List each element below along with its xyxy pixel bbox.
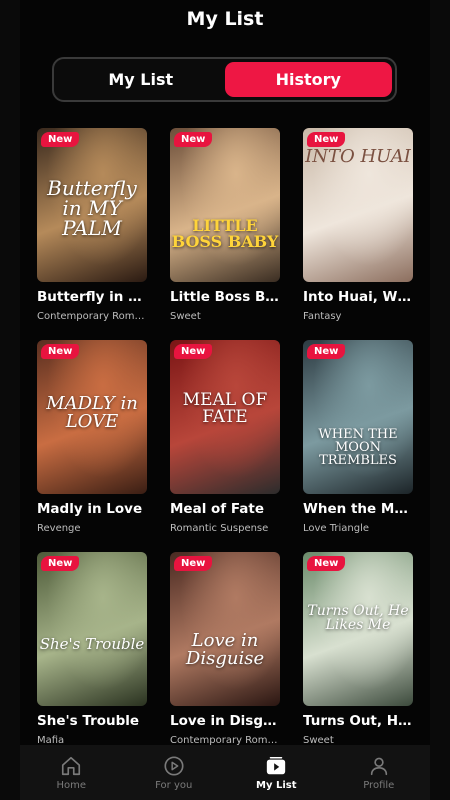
drama-card[interactable]: Love in Disguise New Love in Disguise Co… bbox=[170, 552, 280, 746]
home-icon bbox=[62, 756, 81, 775]
drama-card[interactable]: MADLY in LOVE New Madly in Love Revenge bbox=[37, 340, 147, 534]
card-title: Madly in Love bbox=[37, 501, 143, 517]
poster-art bbox=[303, 340, 413, 494]
poster-title-art: INTO HUAI bbox=[305, 146, 411, 167]
nav-label: My List bbox=[256, 779, 297, 791]
nav-for-you[interactable]: For you bbox=[123, 745, 226, 800]
new-badge: New bbox=[307, 132, 346, 147]
card-title: Love in Disguise bbox=[170, 713, 280, 729]
poster-title-art: LITTLE BOSS BABY bbox=[171, 216, 279, 251]
poster-image: INTO HUAI New bbox=[303, 128, 413, 282]
card-genre: Contemporary Roma... bbox=[37, 311, 147, 322]
card-title: Butterfly in My... bbox=[37, 289, 147, 305]
poster-image: LITTLE BOSS BABY New bbox=[170, 128, 280, 282]
poster-art bbox=[37, 552, 147, 706]
new-badge: New bbox=[307, 344, 346, 359]
card-title: Little Boss Baby bbox=[170, 289, 280, 305]
poster-title-art: Love in Disguise bbox=[185, 630, 265, 669]
poster-image: She's Trouble New bbox=[37, 552, 147, 706]
drama-card[interactable]: She's Trouble New She's Trouble Mafia bbox=[37, 552, 147, 746]
drama-card[interactable]: INTO HUAI New Into Huai, With... Fantasy bbox=[303, 128, 413, 322]
poster-image: Turns Out, He Likes Me New bbox=[303, 552, 413, 706]
poster-title-art: Butterfly in MY PALM bbox=[47, 176, 137, 240]
tab-my-list[interactable]: My List bbox=[57, 62, 225, 97]
poster-image: MADLY in LOVE New bbox=[37, 340, 147, 494]
nav-my-list[interactable]: My List bbox=[225, 745, 328, 800]
new-badge: New bbox=[174, 132, 213, 147]
card-title: Into Huai, With... bbox=[303, 289, 413, 305]
new-badge: New bbox=[174, 556, 213, 571]
card-genre: Love Triangle bbox=[303, 523, 370, 534]
nav-home[interactable]: Home bbox=[20, 745, 123, 800]
card-title: She's Trouble bbox=[37, 713, 140, 729]
bottom-nav: Home For you My List Profile bbox=[20, 745, 430, 800]
poster-image: Butterfly in MY PALM New bbox=[37, 128, 147, 282]
card-title: Meal of Fate bbox=[170, 501, 265, 517]
new-badge: New bbox=[41, 132, 80, 147]
new-badge: New bbox=[41, 556, 80, 571]
drama-card[interactable]: MEAL OF FATE New Meal of Fate Romantic S… bbox=[170, 340, 280, 534]
poster-title-art: WHEN THE MOON TREMBLES bbox=[318, 427, 398, 468]
poster-image: MEAL OF FATE New bbox=[170, 340, 280, 494]
nav-label: For you bbox=[155, 779, 193, 791]
drama-card[interactable]: Butterfly in MY PALM New Butterfly in My… bbox=[37, 128, 147, 322]
tab-history[interactable]: History bbox=[224, 62, 392, 97]
nav-label: Home bbox=[56, 779, 87, 791]
card-genre: Fantasy bbox=[303, 311, 342, 322]
play-circle-icon bbox=[164, 755, 184, 776]
page-title: My List bbox=[186, 8, 264, 30]
drama-card[interactable]: WHEN THE MOON TREMBLES New When the Moo.… bbox=[303, 340, 413, 534]
poster-art bbox=[170, 128, 280, 282]
drama-card[interactable]: Turns Out, He Likes Me New Turns Out, He… bbox=[303, 552, 413, 746]
card-title: Turns Out, He ... bbox=[303, 713, 413, 729]
poster-title-art: MEAL OF FATE bbox=[182, 390, 268, 427]
new-badge: New bbox=[41, 344, 80, 359]
new-badge: New bbox=[307, 556, 346, 571]
list-history-toggle: My List History bbox=[52, 57, 397, 102]
card-genre: Romantic Suspense bbox=[170, 523, 269, 534]
new-badge: New bbox=[174, 344, 213, 359]
poster-image: WHEN THE MOON TREMBLES New bbox=[303, 340, 413, 494]
card-genre: Sweet bbox=[170, 311, 201, 322]
nav-label: Profile bbox=[363, 779, 395, 791]
poster-title-art: Turns Out, He Likes Me bbox=[307, 603, 409, 633]
poster-art bbox=[170, 552, 280, 706]
nav-profile[interactable]: Profile bbox=[328, 745, 431, 800]
drama-card[interactable]: LITTLE BOSS BABY New Little Boss Baby Sw… bbox=[170, 128, 280, 322]
card-title: When the Moo... bbox=[303, 501, 413, 517]
poster-title-art: MADLY in LOVE bbox=[46, 393, 138, 432]
card-genre: Revenge bbox=[37, 523, 81, 534]
poster-title-art: She's Trouble bbox=[39, 635, 145, 653]
play-square-icon bbox=[267, 756, 286, 774]
person-icon bbox=[370, 757, 387, 775]
poster-image: Love in Disguise New bbox=[170, 552, 280, 706]
